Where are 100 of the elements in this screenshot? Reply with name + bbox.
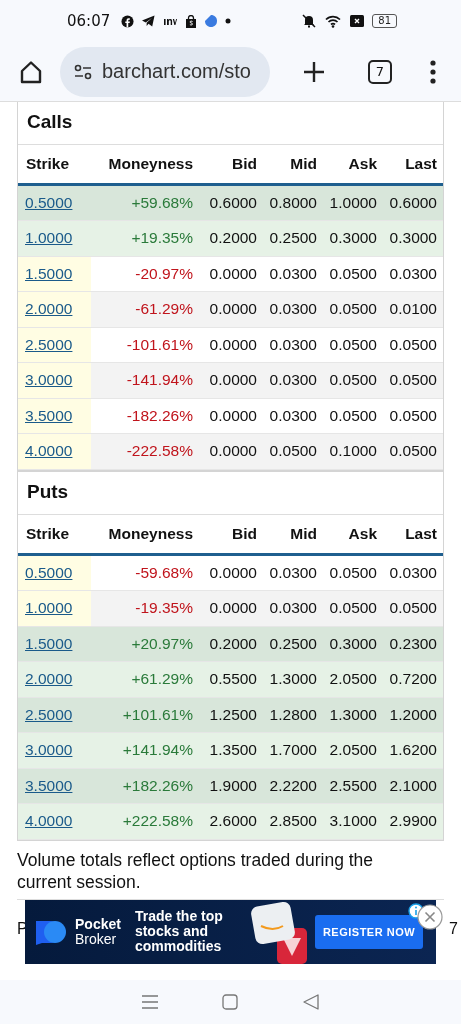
table-cell-text: -61.29% [134, 300, 193, 319]
table-cell-text: 0.0500 [328, 335, 377, 354]
table-cell-text: 0.0500 [328, 264, 377, 283]
battery-level: 81 [372, 14, 397, 29]
column-header: Last [404, 524, 437, 543]
table-cell-text: 1.2000 [388, 705, 437, 724]
table-cell-text: -222.58% [125, 442, 193, 461]
facebook-icon [121, 14, 135, 28]
logo-icon [36, 918, 68, 945]
table-cell-text: 0.7200 [388, 670, 437, 689]
table-cell-text: 0.2500 [268, 229, 317, 248]
column-header: Strike [25, 154, 71, 173]
table-cell-text: 0.0300 [268, 264, 317, 283]
column-header: Bid [231, 524, 257, 543]
table-cell-text: 0.0500 [388, 371, 437, 390]
table-cell-text: 0.5500 [208, 670, 257, 689]
table-cell-text: 1.3500 [208, 741, 257, 760]
table-cell-text: 2.0500 [328, 670, 377, 689]
url-text: barchart.com/sto [102, 60, 251, 84]
table-cell-text: 1.7000 [268, 741, 317, 760]
table-cell-text: +101.61% [121, 705, 193, 724]
table-cell-text: 0.0000 [208, 264, 257, 283]
column-header: Strike [25, 524, 71, 543]
strike-link[interactable]: 3.5000 [25, 776, 73, 795]
table-cell-text: 0.0500 [328, 300, 377, 319]
table-cell-text: -101.61% [125, 335, 193, 354]
strike-link[interactable]: 4.0000 [25, 812, 73, 831]
brand-name: Broker [75, 931, 118, 947]
table-cell-text: 2.8500 [268, 812, 317, 831]
table-cell-text: 3.1000 [328, 812, 377, 831]
table-cell-text: 1.3000 [268, 670, 317, 689]
site-settings-icon[interactable] [74, 63, 92, 80]
table-cell-text: -20.97% [134, 264, 193, 283]
column-header: Moneyness [107, 524, 193, 543]
strike-link[interactable]: 1.5000 [25, 634, 73, 653]
table-cell-text: 0.3000 [328, 229, 377, 248]
strike-link[interactable]: 1.0000 [25, 229, 73, 248]
table-cell-text: 0.8000 [268, 193, 317, 212]
table-cell-text: 2.1000 [388, 776, 437, 795]
table-cell-text: 2.2200 [268, 776, 317, 795]
table-cell-text: 0.0300 [268, 300, 317, 319]
column-header: Mid [289, 524, 317, 543]
table-cell-text: 2.0500 [328, 741, 377, 760]
table-cell-text: +141.94% [121, 741, 193, 760]
table-cell-text: 0.0100 [388, 300, 437, 319]
table-cell-text: 0.0300 [268, 406, 317, 425]
paper-plane-icon [142, 15, 156, 28]
more-menu-icon[interactable] [430, 59, 436, 84]
strike-link[interactable]: 0.5000 [25, 193, 73, 212]
table-cell-text: 0.0500 [388, 406, 437, 425]
tab-count-button[interactable]: 7 [368, 59, 392, 84]
table-cell-text: 1.9000 [208, 776, 257, 795]
plus-icon[interactable] [302, 59, 326, 84]
register-button[interactable]: REGISTER NOW [314, 914, 424, 949]
ad-headline: Trade the top stocks and commodities [134, 909, 224, 955]
table-cell-text: 0.0000 [208, 563, 257, 582]
menu-icon[interactable] [142, 994, 159, 1009]
table-cell-text: 1.3000 [328, 705, 377, 724]
strike-link[interactable]: 2.0000 [25, 670, 73, 689]
table-cell-text: 0.0000 [208, 335, 257, 354]
table-cell-text: 0.0500 [328, 371, 377, 390]
table-cell-text: +61.29% [130, 670, 193, 689]
table-cell-text: 0.0300 [268, 371, 317, 390]
shopping-bag-icon [185, 14, 198, 28]
app-icon [205, 15, 218, 28]
column-header: Last [404, 154, 437, 173]
table-cell-text: +20.97% [130, 634, 193, 653]
table-cell-text: 1.2800 [268, 705, 317, 724]
strike-link[interactable]: 2.5000 [25, 705, 73, 724]
app-icon [163, 16, 178, 27]
footnote: Volume totals reflect options traded during the current session. [17, 848, 375, 893]
table-cell-text: 0.0500 [388, 335, 437, 354]
table-cell-text: +182.26% [121, 776, 193, 795]
table-cell-text: 2.6000 [208, 812, 257, 831]
dot-icon [225, 18, 232, 25]
table-cell-text: 0.0300 [388, 264, 437, 283]
address-bar[interactable]: barchart.com/sto [60, 46, 270, 97]
table-cell-text: +222.58% [121, 812, 193, 831]
muted-bell-icon [301, 14, 318, 29]
table-cell-text: 0.2000 [208, 634, 257, 653]
home-icon[interactable] [18, 58, 44, 85]
table-cell-text: 0.0300 [268, 599, 317, 618]
table-cell-text: 0.2300 [388, 634, 437, 653]
table-cell-text: 0.0000 [208, 300, 257, 319]
strike-link[interactable]: 3.0000 [25, 741, 73, 760]
table-cell-text: 1.2500 [208, 705, 257, 724]
table-cell-text: 0.0500 [268, 442, 317, 461]
table-cell-text: 2.5500 [328, 776, 377, 795]
table-cell-text: -141.94% [125, 371, 193, 390]
table-cell-text: 0.0300 [268, 563, 317, 582]
table-cell-text: +59.68% [130, 193, 193, 212]
back-icon[interactable] [302, 993, 319, 1010]
table-cell-text: 1.0000 [328, 193, 377, 212]
close-box-icon [350, 15, 365, 28]
close-icon[interactable] [417, 903, 443, 930]
table-cell-text: 0.0500 [328, 599, 377, 618]
table-cell-text: 0.0000 [208, 406, 257, 425]
home-button-icon[interactable] [222, 993, 239, 1010]
table-cell-text: +19.35% [130, 229, 193, 248]
table-cell-text: 0.0500 [328, 406, 377, 425]
